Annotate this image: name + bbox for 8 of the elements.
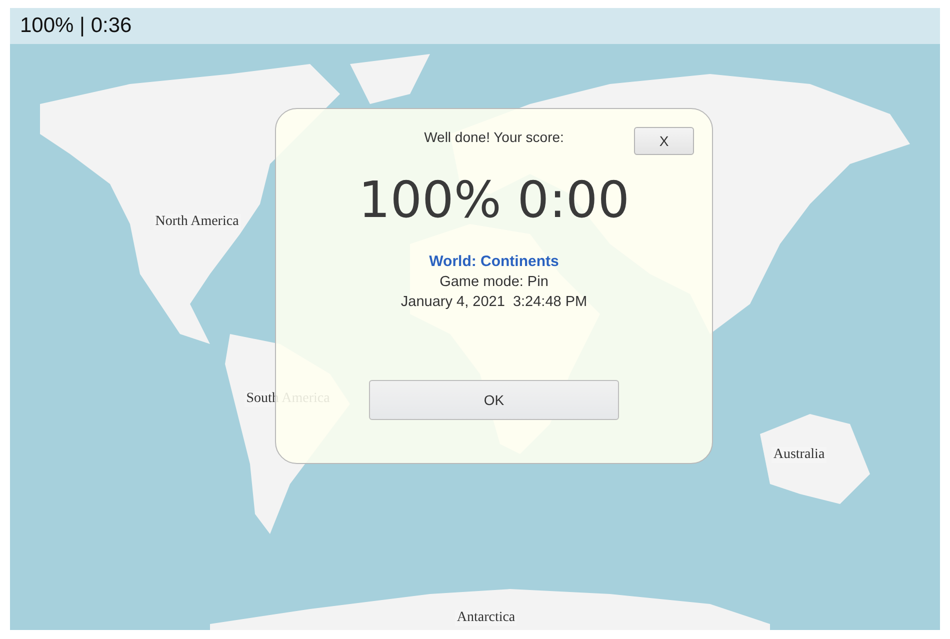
date-time: January 4, 2021 3:24:48 PM <box>400 294 588 310</box>
quiz-title: World: Continents <box>429 253 559 270</box>
close-button[interactable]: X <box>634 127 694 155</box>
final-score: 100% 0:00 <box>358 171 630 229</box>
dialog-heading: Well done! Your score: <box>424 129 564 147</box>
game-mode: Game mode: Pin <box>440 274 548 290</box>
score-timer: 100% | 0:36 <box>20 14 132 38</box>
ok-button[interactable]: OK <box>369 380 619 420</box>
